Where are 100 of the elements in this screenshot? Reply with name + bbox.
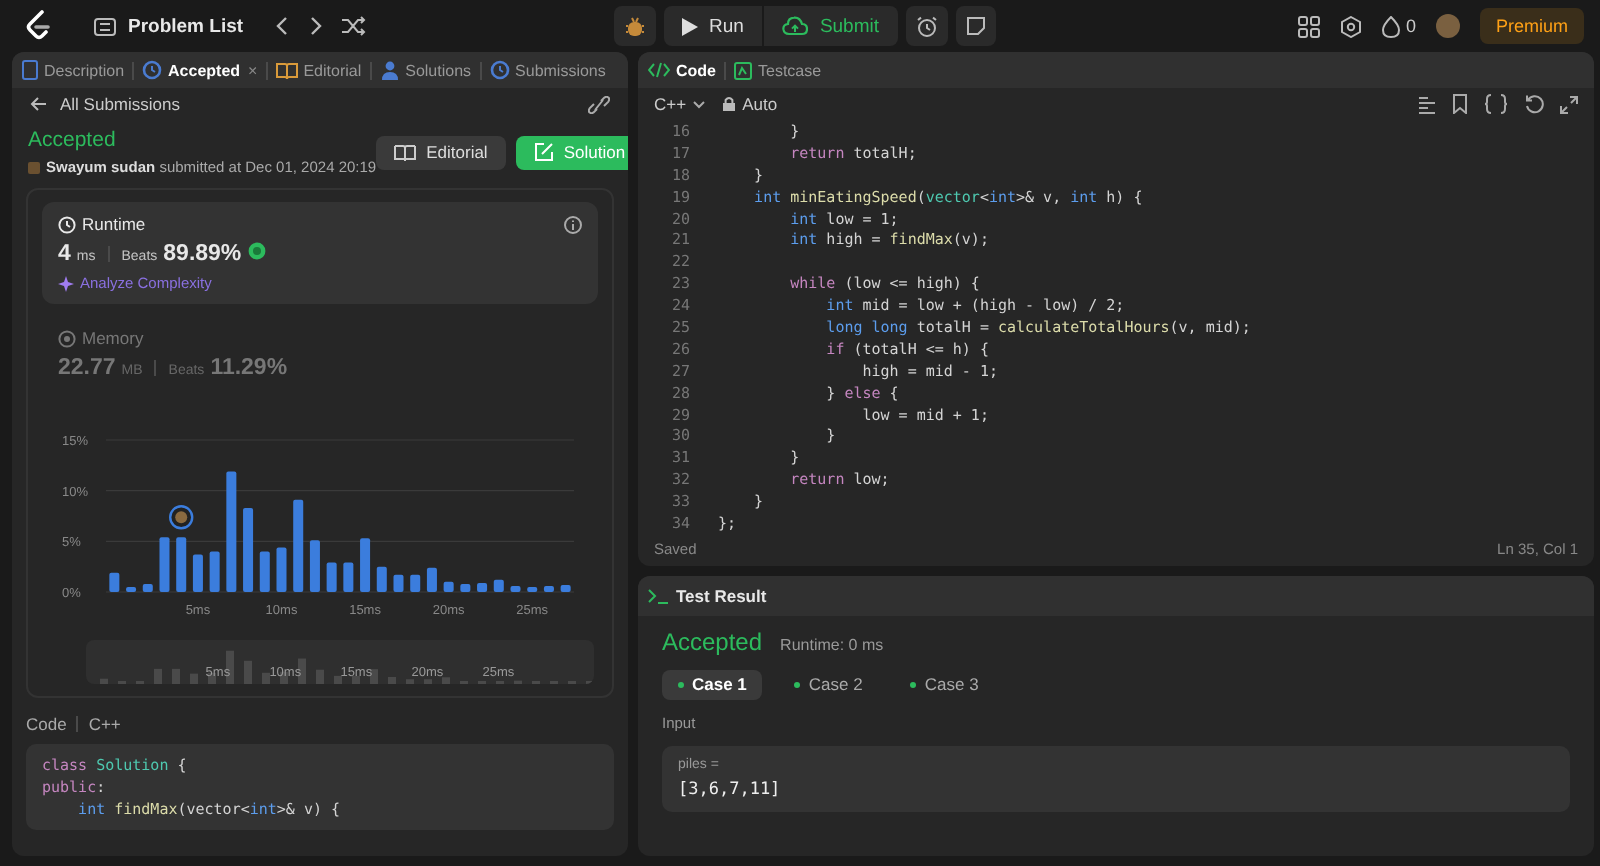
- terminal-icon: [648, 587, 668, 604]
- submit-button[interactable]: Submit: [763, 6, 898, 46]
- histogram-bar[interactable]: [159, 537, 170, 592]
- edit-icon: [533, 142, 554, 162]
- back-link[interactable]: All Submissions: [30, 94, 180, 114]
- histogram-bar[interactable]: [109, 572, 120, 592]
- alarm-clock-button[interactable]: [905, 6, 948, 46]
- problem-list-link[interactable]: Problem List: [94, 15, 244, 37]
- person-icon: [379, 60, 400, 80]
- histogram-bar[interactable]: [510, 585, 521, 592]
- test-case-tab[interactable]: Case 1: [662, 669, 763, 700]
- histogram-bar[interactable]: [126, 586, 137, 592]
- histogram-bar[interactable]: [460, 583, 471, 592]
- format-icon[interactable]: [1418, 95, 1436, 113]
- sparkle-icon: [58, 275, 74, 291]
- histogram-bar[interactable]: [243, 507, 254, 592]
- list-icon: [94, 17, 116, 35]
- parameter-value: [3,6,7,11]: [678, 779, 783, 800]
- debug-button[interactable]: [613, 6, 655, 46]
- runtime-text: Runtime: 0 ms: [780, 635, 884, 654]
- histogram-bar[interactable]: [326, 562, 337, 592]
- submission-status: Accepted: [28, 128, 118, 152]
- histogram-bar[interactable]: [192, 554, 203, 592]
- bug-icon: [623, 15, 645, 37]
- metric-value: 4: [58, 242, 71, 266]
- histogram-bar[interactable]: [410, 574, 421, 592]
- histogram-bar[interactable]: [343, 562, 354, 592]
- previous-icon[interactable]: [273, 16, 290, 36]
- histogram-bar[interactable]: [309, 540, 320, 592]
- alarm-clock-icon: [915, 15, 938, 37]
- expand-icon[interactable]: [1560, 95, 1578, 113]
- note-icon: [965, 16, 986, 36]
- avatar-icon[interactable]: [1436, 14, 1460, 38]
- clock-icon: [58, 215, 76, 233]
- close-tab-button[interactable]: ×: [248, 61, 258, 79]
- document-icon: [22, 60, 38, 80]
- logo-icon[interactable]: [24, 10, 52, 42]
- lock-icon: [722, 96, 737, 112]
- avatar-icon: [28, 161, 40, 173]
- editor-tab[interactable]: Testcase: [734, 61, 822, 79]
- premium-button[interactable]: Premium: [1480, 8, 1585, 44]
- panel-tab[interactable]: Solutions: [379, 60, 472, 80]
- histogram-bar[interactable]: [360, 538, 371, 592]
- histogram-bar[interactable]: [176, 537, 187, 592]
- run-button[interactable]: Run: [663, 6, 762, 46]
- settings-icon[interactable]: [1339, 15, 1362, 37]
- histogram-bar[interactable]: [142, 583, 153, 592]
- test-result-title[interactable]: Test Result: [648, 585, 767, 606]
- histogram-bar[interactable]: [276, 547, 287, 592]
- badge-icon: [247, 242, 266, 260]
- bookmark-icon[interactable]: [1452, 94, 1468, 114]
- result-status: Accepted: [662, 627, 763, 656]
- histogram-bar[interactable]: [493, 579, 504, 592]
- metric-value: 22.77: [58, 356, 116, 380]
- info-icon[interactable]: [564, 215, 582, 233]
- panel-tab[interactable]: Submissions: [489, 60, 606, 80]
- histogram-bar[interactable]: [543, 585, 554, 592]
- metric-title: Memory: [58, 328, 144, 348]
- editor-tab[interactable]: Code: [648, 61, 716, 79]
- auto-mode-toggle[interactable]: Auto: [722, 94, 778, 114]
- editorial-button[interactable]: Editorial: [376, 135, 506, 169]
- histogram-bar[interactable]: [259, 551, 270, 592]
- histogram-bar[interactable]: [527, 586, 538, 592]
- link-icon[interactable]: [588, 95, 610, 113]
- panel-tab[interactable]: Description: [22, 60, 125, 80]
- user-position-marker: [169, 505, 194, 530]
- cloud-upload-icon: [781, 16, 808, 36]
- test-case-tab[interactable]: Case 3: [894, 669, 995, 700]
- histogram-bar[interactable]: [209, 551, 220, 592]
- language-label: C++: [88, 714, 121, 734]
- code-icon: [648, 62, 670, 78]
- braces-icon[interactable]: [1484, 94, 1508, 114]
- histogram-bar[interactable]: [560, 584, 571, 592]
- reset-icon[interactable]: [1524, 94, 1544, 114]
- note-button[interactable]: [955, 6, 996, 46]
- panel-tab[interactable]: Editorial: [275, 61, 362, 79]
- clock-icon: [489, 60, 510, 80]
- histogram-bar[interactable]: [393, 574, 404, 592]
- grid-icon[interactable]: [1297, 15, 1320, 37]
- histogram-bar[interactable]: [376, 566, 387, 592]
- metric-title: Runtime: [58, 214, 146, 234]
- play-icon: [681, 17, 697, 35]
- clock-icon: [142, 60, 163, 80]
- histogram-bar[interactable]: [426, 567, 437, 592]
- histogram-bar[interactable]: [477, 582, 488, 592]
- histogram-bar[interactable]: [443, 581, 454, 592]
- shuffle-icon[interactable]: [341, 16, 366, 36]
- book-icon: [394, 143, 417, 161]
- language-dropdown[interactable]: C++: [654, 94, 707, 114]
- histogram-bar[interactable]: [293, 499, 304, 592]
- book-icon: [275, 61, 298, 79]
- chevron-down-icon: [692, 99, 707, 109]
- histogram-bar[interactable]: [226, 471, 237, 592]
- beats-percentage: 11.29%: [210, 356, 288, 380]
- panel-tab[interactable]: Accepted ×: [142, 60, 258, 80]
- checkbox-icon: [734, 61, 752, 79]
- next-icon[interactable]: [307, 16, 324, 36]
- code-label: Code: [26, 714, 67, 734]
- beats-percentage: 89.89%: [163, 242, 242, 266]
- test-case-tab[interactable]: Case 2: [778, 669, 879, 700]
